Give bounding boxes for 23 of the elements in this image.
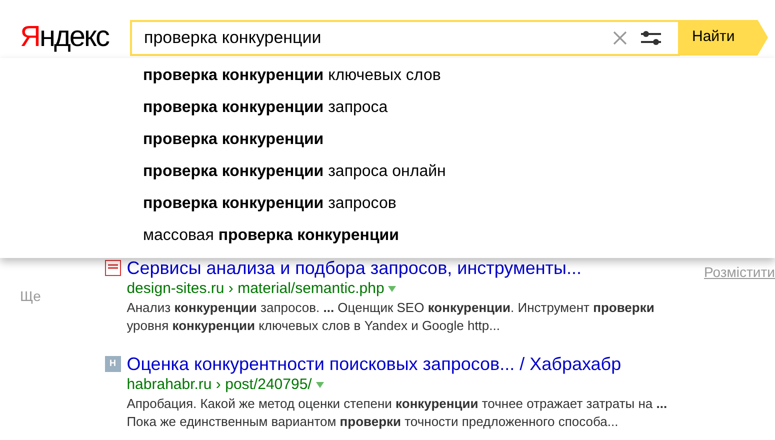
site-icon: H: [104, 356, 121, 372]
suggestion-item[interactable]: проверка конкуренции: [143, 124, 775, 156]
logo[interactable]: Яндекс: [20, 23, 130, 52]
filter-icon[interactable]: [640, 28, 662, 46]
result-url[interactable]: design-sites.ru › material/semantic.php: [126, 279, 384, 299]
result-snippet: Апробация. Какой же метод оценки степени конкуренции точнее отражает затраты на ...: [126, 395, 668, 413]
search-field[interactable]: проверка конкуренции: [130, 20, 680, 56]
result-title[interactable]: Сервисы анализа и подбора запросов, инструменты...: [126, 257, 654, 279]
result-snippet: уровня конкуренции ключевых слов в Yandex и Google http...: [126, 317, 501, 335]
suggestion-item[interactable]: проверка конкуренции ключевых слов: [143, 60, 775, 92]
search-button[interactable]: Найти: [680, 20, 768, 56]
caret-icon[interactable]: [316, 382, 324, 388]
suggestion-item[interactable]: проверка конкуренции запроса онлайн: [143, 156, 775, 188]
caret-icon[interactable]: [388, 286, 396, 292]
suggestion-item[interactable]: проверка конкуренции запросов: [143, 188, 775, 220]
result-snippet: Пока же единственным вариантом проверки точности предложенного способа...: [126, 413, 620, 431]
result-snippet: Анализ конкуренции запросов. ... Оценщик SEO конкуренции. Инструмент проверки: [126, 299, 654, 317]
suggestion-item[interactable]: проверка конкуренции запроса: [143, 92, 775, 124]
suggestion-item[interactable]: массовая проверка конкуренции: [143, 220, 775, 252]
site-icon: [104, 260, 121, 276]
result-title[interactable]: Оценка конкурентности поисковых запросов... / Хабрахабр: [126, 353, 668, 375]
result-url[interactable]: habrahabr.ru › post/240795/: [126, 375, 312, 395]
close-icon[interactable]: [612, 30, 628, 46]
